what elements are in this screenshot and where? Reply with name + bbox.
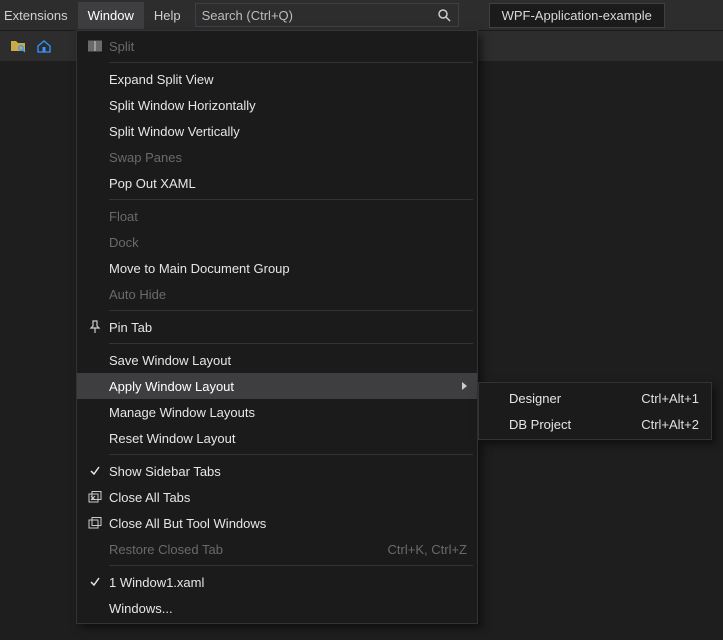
menu-item-dock: Dock (77, 229, 477, 255)
submenu-item-db-project[interactable]: DB Project Ctrl+Alt+2 (479, 411, 711, 437)
menu-item-label: Reset Window Layout (109, 431, 467, 446)
window-menu-dropdown: Split Expand Split View Split Window Hor… (76, 30, 478, 624)
menu-item-label: Float (109, 209, 467, 224)
submenu-item-label: DB Project (509, 417, 571, 432)
menu-item-swap-panes: Swap Panes (77, 144, 477, 170)
menu-item-pop-out-xaml[interactable]: Pop Out XAML (77, 170, 477, 196)
menu-item-auto-hide: Auto Hide (77, 281, 477, 307)
menu-item-split-vertically[interactable]: Split Window Vertically (77, 118, 477, 144)
menu-separator (109, 199, 473, 200)
menu-item-apply-window-layout[interactable]: Apply Window Layout (77, 373, 477, 399)
close-all-tabs-icon (81, 491, 109, 503)
folder-search-icon[interactable] (10, 38, 26, 54)
menu-item-split-horizontally[interactable]: Split Window Horizontally (77, 92, 477, 118)
submenu-arrow-icon (462, 382, 467, 390)
submenu-item-shortcut: Ctrl+Alt+1 (641, 391, 699, 406)
home-icon[interactable] (36, 38, 52, 54)
menu-item-label: Pop Out XAML (109, 176, 467, 191)
submenu-item-label: Designer (509, 391, 561, 406)
menu-item-label: Apply Window Layout (109, 379, 467, 394)
menu-item-close-all-but-tool-windows[interactable]: Close All But Tool Windows (77, 510, 477, 536)
menu-item-show-sidebar-tabs[interactable]: Show Sidebar Tabs (77, 458, 477, 484)
pin-icon (81, 320, 109, 334)
menu-item-save-window-layout[interactable]: Save Window Layout (77, 347, 477, 373)
menu-item-float: Float (77, 203, 477, 229)
menu-item-manage-window-layouts[interactable]: Manage Window Layouts (77, 399, 477, 425)
menu-help[interactable]: Help (144, 2, 191, 29)
menu-item-document-1[interactable]: 1 Window1.xaml (77, 569, 477, 595)
submenu-item-shortcut: Ctrl+Alt+2 (641, 417, 699, 432)
menu-item-label: Expand Split View (109, 72, 467, 87)
menu-separator (109, 454, 473, 455)
menu-item-pin-tab[interactable]: Pin Tab (77, 314, 477, 340)
menu-item-reset-window-layout[interactable]: Reset Window Layout (77, 425, 477, 451)
menu-item-label: Auto Hide (109, 287, 467, 302)
menu-item-label: Close All But Tool Windows (109, 516, 467, 531)
project-name-badge[interactable]: WPF-Application-example (489, 3, 665, 28)
menu-item-label: Split Window Vertically (109, 124, 467, 139)
menu-item-label: Close All Tabs (109, 490, 467, 505)
menu-item-label: Restore Closed Tab (109, 542, 368, 557)
menu-separator (109, 343, 473, 344)
menu-item-windows[interactable]: Windows... (77, 595, 477, 621)
menu-item-label: 1 Window1.xaml (109, 575, 467, 590)
menu-item-restore-closed-tab: Restore Closed Tab Ctrl+K, Ctrl+Z (77, 536, 477, 562)
menu-item-label: Save Window Layout (109, 353, 467, 368)
menu-item-shortcut: Ctrl+K, Ctrl+Z (368, 542, 467, 557)
menu-item-label: Show Sidebar Tabs (109, 464, 467, 479)
menu-item-close-all-tabs[interactable]: Close All Tabs (77, 484, 477, 510)
menu-separator (109, 310, 473, 311)
checkmark-icon (81, 465, 109, 477)
apply-window-layout-submenu: Designer Ctrl+Alt+1 DB Project Ctrl+Alt+… (478, 382, 712, 440)
menu-bar: Extensions Window Help Search (Ctrl+Q) W… (0, 0, 723, 30)
menu-item-expand-split-view[interactable]: Expand Split View (77, 66, 477, 92)
submenu-item-designer[interactable]: Designer Ctrl+Alt+1 (479, 385, 711, 411)
menu-separator (109, 565, 473, 566)
menu-item-label: Split (109, 39, 467, 54)
menu-item-label: Swap Panes (109, 150, 467, 165)
menu-item-label: Split Window Horizontally (109, 98, 467, 113)
menu-item-label: Dock (109, 235, 467, 250)
menu-item-label: Windows... (109, 601, 467, 616)
menu-separator (109, 62, 473, 63)
menu-item-move-to-main-doc-group[interactable]: Move to Main Document Group (77, 255, 477, 281)
menu-item-split: Split (77, 33, 477, 59)
checkmark-icon (81, 576, 109, 588)
menu-extensions[interactable]: Extensions (4, 2, 78, 29)
search-box[interactable]: Search (Ctrl+Q) (195, 3, 459, 27)
close-all-but-tool-icon (81, 517, 109, 529)
split-icon (81, 40, 109, 52)
search-icon (436, 7, 452, 23)
menu-item-label: Move to Main Document Group (109, 261, 467, 276)
menu-window[interactable]: Window (78, 2, 144, 29)
menu-item-label: Manage Window Layouts (109, 405, 467, 420)
menu-item-label: Pin Tab (109, 320, 467, 335)
search-placeholder: Search (Ctrl+Q) (202, 8, 293, 23)
